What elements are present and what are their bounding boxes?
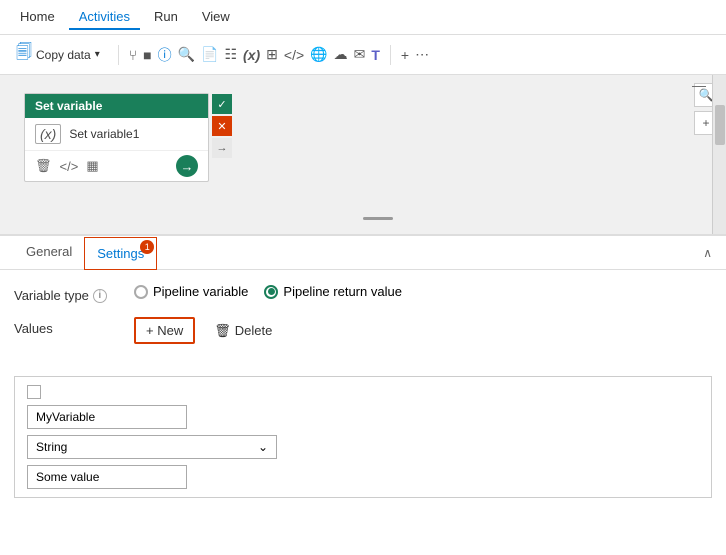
- tabs: General Settings 1 ∧: [0, 236, 726, 270]
- box-icon[interactable]: ■: [143, 47, 151, 63]
- radio-pipeline-return-value[interactable]: Pipeline return value: [264, 284, 402, 299]
- activity-card-header: Set variable: [25, 94, 208, 118]
- scroll-indicator: [363, 217, 393, 220]
- code-view-icon[interactable]: </>: [60, 159, 79, 174]
- menu-home[interactable]: Home: [10, 5, 65, 30]
- radio-circle-pipeline-variable: [134, 285, 148, 299]
- delete-icon: 🗑: [214, 323, 231, 339]
- activity-card: Set variable (x) Set variable1 🗑 </> ▦ →…: [24, 93, 209, 182]
- formula-icon[interactable]: (x): [243, 47, 260, 63]
- values-label: Values: [14, 317, 124, 336]
- variable-type-radio-group: Pipeline variable Pipeline return value: [134, 284, 402, 299]
- globe-icon[interactable]: 🌐: [310, 46, 327, 63]
- collapse-button[interactable]: ―: [692, 77, 706, 93]
- plus-icon[interactable]: +: [401, 47, 409, 63]
- menu-run[interactable]: Run: [144, 5, 188, 30]
- list-icon[interactable]: ☷: [224, 46, 237, 63]
- variable-type-label: Variable type i: [14, 284, 124, 303]
- status-error-icon: ✕: [212, 116, 232, 136]
- canvas-scrollbar-thumb: [715, 105, 725, 145]
- menu-bar: Home Activities Run View: [0, 0, 726, 35]
- delete-button[interactable]: 🗑 Delete: [203, 318, 283, 344]
- values-controls: + New 🗑 Delete: [134, 317, 283, 344]
- form-content: Variable type i Pipeline variable Pipeli…: [0, 270, 726, 372]
- variable-type-info-icon[interactable]: i: [93, 289, 107, 303]
- canvas-scrollbar[interactable]: [712, 75, 726, 234]
- code-icon[interactable]: </>: [284, 47, 304, 63]
- menu-activities[interactable]: Activities: [69, 5, 140, 30]
- activity-card-footer: 🗑 </> ▦ →: [25, 150, 208, 181]
- settings-badge: 1: [140, 240, 154, 254]
- activity-card-body[interactable]: (x) Set variable1: [25, 118, 208, 150]
- new-button[interactable]: + New: [134, 317, 195, 344]
- activity-name: Set variable1: [69, 127, 139, 141]
- radio-pipeline-variable[interactable]: Pipeline variable: [134, 284, 248, 299]
- tab-general[interactable]: General: [14, 236, 84, 269]
- status-arrow-icon: →: [212, 138, 232, 158]
- fx-icon: (x): [35, 124, 61, 144]
- mail-icon[interactable]: ✉: [354, 46, 366, 63]
- row-checkbox[interactable]: [27, 385, 41, 399]
- separator-2: [390, 45, 391, 65]
- tab-settings[interactable]: Settings 1: [84, 237, 157, 270]
- trash-icon[interactable]: 🗑: [35, 158, 52, 174]
- data-table: String ⌄: [14, 376, 712, 498]
- radio-circle-pipeline-return-value: [264, 285, 278, 299]
- values-row: Values + New 🗑 Delete: [14, 317, 712, 344]
- menu-view[interactable]: View: [192, 5, 240, 30]
- panel-collapse-button[interactable]: ∧: [703, 246, 712, 260]
- copy-icon[interactable]: ▦: [86, 158, 98, 174]
- bottom-panel: General Settings 1 ∧ Variable type i Pip…: [0, 235, 726, 555]
- canvas-area: Set variable (x) Set variable1 🗑 </> ▦ →…: [0, 75, 726, 235]
- status-check-icon: ✓: [212, 94, 232, 114]
- copy-data-label: Copy data: [36, 48, 91, 62]
- navigate-arrow-button[interactable]: →: [176, 155, 198, 177]
- toolbar: 🗐 Copy data ▾ ⑂ ■ ⓘ 🔍 📄 ☷ (x) ⊞ </> 🌐 ☁ …: [0, 35, 726, 75]
- cloud-icon[interactable]: ☁: [334, 46, 348, 63]
- table-icon[interactable]: ⊞: [266, 46, 278, 63]
- table-row-item: String ⌄: [15, 377, 711, 497]
- checkbox-row: [27, 385, 699, 399]
- separator-1: [118, 45, 119, 65]
- teams-icon[interactable]: T: [371, 47, 380, 63]
- card-status-icons: ✓ ✕ →: [212, 94, 232, 158]
- more-options-icon[interactable]: ⋯: [415, 46, 429, 63]
- variable-name-input[interactable]: [27, 405, 187, 429]
- branch-icon[interactable]: ⑂: [129, 47, 137, 63]
- activity-title: Set variable: [35, 99, 102, 113]
- value-input[interactable]: [27, 465, 187, 489]
- document-icon[interactable]: 📄: [201, 46, 218, 63]
- search-tool-icon[interactable]: 🔍: [178, 46, 195, 63]
- variable-type-row: Variable type i Pipeline variable Pipeli…: [14, 284, 712, 303]
- copy-data-icon: 🗐: [16, 41, 32, 68]
- type-select[interactable]: String ⌄: [27, 435, 277, 459]
- type-select-value: String: [36, 440, 67, 454]
- info-circle-icon[interactable]: ⓘ: [158, 45, 172, 65]
- copy-data-button[interactable]: 🗐 Copy data ▾: [8, 37, 108, 72]
- copy-data-chevron-icon: ▾: [95, 49, 100, 60]
- type-select-chevron-icon: ⌄: [258, 440, 268, 454]
